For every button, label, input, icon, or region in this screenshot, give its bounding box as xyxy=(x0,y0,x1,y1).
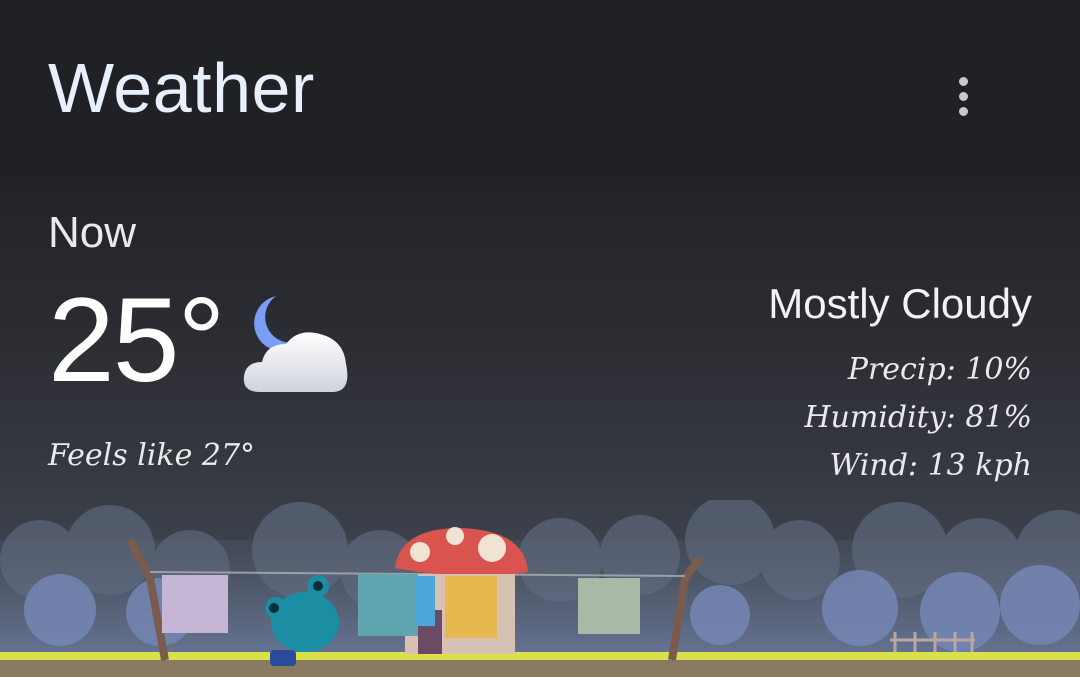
app-title: Weather xyxy=(48,49,315,127)
current-temperature: 25° xyxy=(48,273,225,407)
precipitation: Precip: 10% xyxy=(847,352,1032,387)
feels-like: Feels like 27° xyxy=(48,438,256,473)
now-label: Now xyxy=(48,208,137,257)
partly-cloudy-night-icon xyxy=(243,296,348,392)
wind: Wind: 13 kph xyxy=(829,448,1033,483)
condition-text: Mostly Cloudy xyxy=(768,280,1032,327)
humidity: Humidity: 81% xyxy=(804,400,1032,435)
more-options-button[interactable] xyxy=(942,70,984,122)
app-bar: Weather xyxy=(0,0,1080,182)
weather-illustration xyxy=(0,500,1080,677)
more-vert-icon xyxy=(958,76,968,86)
current-weather-card[interactable]: Now 25° Feels like 27° Mostly Cloudy Pre… xyxy=(0,182,1080,677)
